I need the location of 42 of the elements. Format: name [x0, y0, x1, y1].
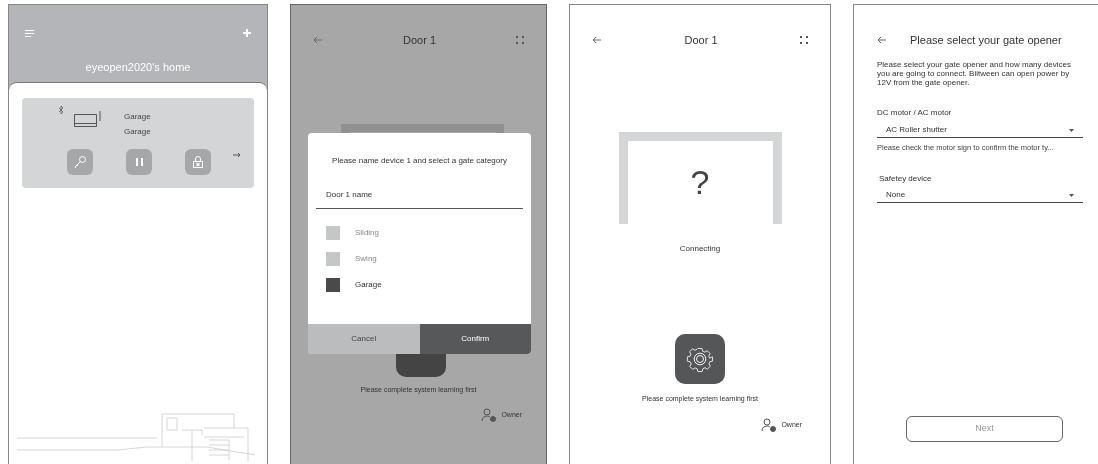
unknown-status-symbol: ?	[690, 165, 710, 199]
key-icon	[73, 154, 87, 169]
name-input-field[interactable]: Door 1 name	[316, 181, 523, 209]
safety-label: Safetey device	[879, 172, 933, 185]
pause-button[interactable]	[126, 148, 152, 175]
key-button[interactable]	[67, 148, 93, 175]
device-name: Garage	[124, 110, 151, 123]
dropdown-caret-icon	[1069, 128, 1074, 132]
dialog-prompt: Please name device 1 and select a gate category	[331, 155, 508, 167]
cancel-button[interactable]: Cancel	[308, 324, 420, 354]
garage-door-icon	[74, 108, 101, 127]
screen-title: Please select your gate opener	[910, 33, 1062, 48]
category-option[interactable]: Swing	[326, 252, 513, 266]
more-dots-icon[interactable]	[516, 36, 524, 45]
user-gear-icon	[481, 408, 498, 422]
device-card[interactable]: Garage Garage	[22, 97, 254, 188]
screen-title: Door 1	[684, 33, 718, 48]
dropdown-field[interactable]: None	[877, 188, 1083, 203]
dropdown-caret-icon	[1069, 193, 1074, 197]
back-arrow-icon[interactable]	[313, 36, 323, 45]
back-arrow-icon[interactable]	[592, 36, 602, 45]
more-dots-icon[interactable]	[800, 36, 808, 45]
back-arrow-icon[interactable]	[877, 36, 887, 45]
arrow-right-icon[interactable]	[233, 151, 241, 158]
lock-button[interactable]	[185, 148, 211, 175]
device-type: Garage	[124, 125, 151, 138]
bluetooth-icon	[59, 105, 64, 114]
category-option[interactable]: Sliding	[326, 226, 513, 240]
lock-icon	[193, 155, 203, 168]
description-text: Please select your gate opener and how many devices you are going to connect. Biitween can open power by 12V from the gate opener.	[877, 59, 1072, 87]
pause-icon	[135, 157, 143, 166]
add-icon[interactable]	[243, 29, 251, 37]
user-gear-icon	[761, 418, 778, 432]
dropdown-field[interactable]: AC Roller shutter	[877, 123, 1083, 138]
screen-title: Door 1	[403, 33, 436, 48]
home-title: eyeopen2020's home	[84, 60, 192, 75]
category-option[interactable]: Garage	[326, 278, 513, 292]
motor-label: DC motor / AC motor	[877, 106, 953, 119]
menu-icon[interactable]	[25, 29, 34, 37]
settings-tile[interactable]	[675, 333, 725, 384]
confirm-button[interactable]: Confirm	[419, 324, 531, 354]
status-text: Connecting	[679, 242, 721, 255]
